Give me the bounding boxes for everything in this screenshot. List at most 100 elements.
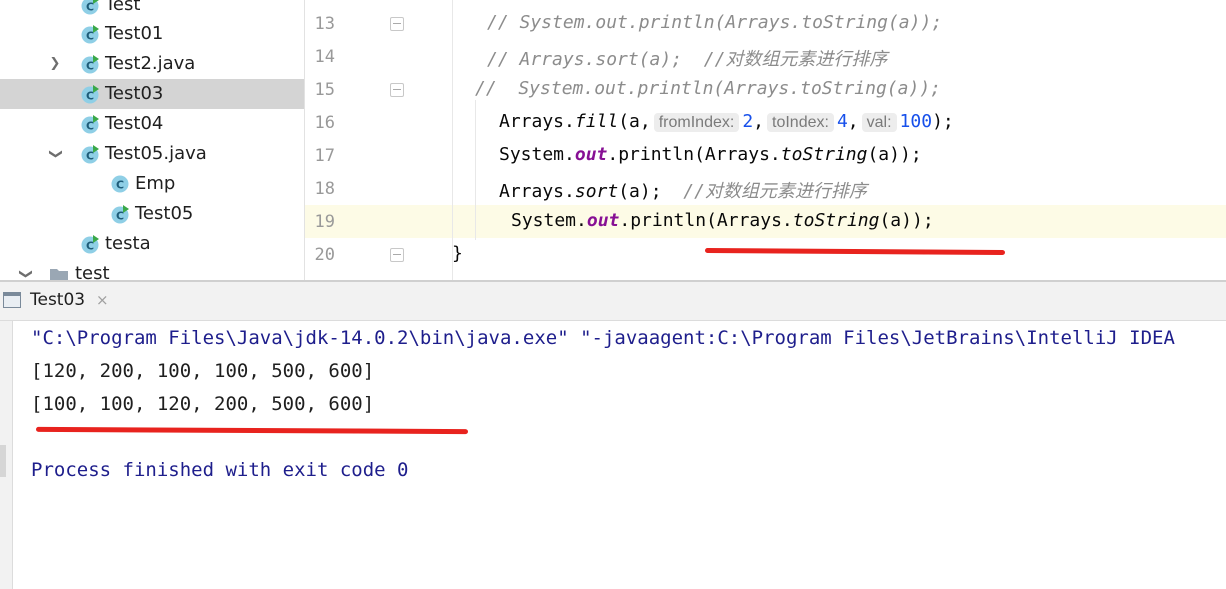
parameter-hint: fromIndex: bbox=[653, 113, 740, 132]
svg-text:C: C bbox=[86, 150, 94, 163]
tree-item-label: Test03 bbox=[105, 83, 164, 104]
folder-icon bbox=[50, 269, 68, 280]
line-number: 19 bbox=[314, 212, 335, 232]
line-number: 18 bbox=[314, 179, 335, 199]
code-token: .println(Arrays. bbox=[607, 144, 781, 165]
tree-item-label: Test05.java bbox=[105, 143, 207, 164]
code-editor[interactable]: 13 14 15 16 17 18 19 20 // System.out.pr… bbox=[305, 0, 1226, 280]
tree-item-label: Test2.java bbox=[105, 53, 196, 74]
tree-item-emp[interactable]: C Emp bbox=[0, 169, 304, 199]
line-number: 13 bbox=[314, 14, 335, 34]
java-class-icon: C bbox=[111, 205, 129, 224]
code-line-16: Arrays.fill(a, fromIndex: 2, toIndex: 4, val:… bbox=[499, 111, 954, 132]
code-line-18: Arrays.sort(a); //对数组元素进行排序 bbox=[499, 177, 867, 203]
tree-item-label: Emp bbox=[135, 173, 176, 194]
line-number-gutter: 13 14 15 16 17 18 19 20 bbox=[305, 0, 404, 280]
line-number: 20 bbox=[314, 245, 335, 265]
code-line-17: System.out.println(Arrays.toString(a)); bbox=[499, 144, 922, 165]
tree-item-label: Test01 bbox=[105, 23, 164, 44]
line-number: 14 bbox=[314, 47, 335, 67]
code-token: 100 bbox=[899, 111, 933, 132]
code-line-15: // System.out.println(Arrays.toString(a)… bbox=[475, 78, 941, 99]
tree-item-label: test bbox=[75, 263, 110, 280]
close-icon[interactable]: × bbox=[96, 291, 109, 309]
indent-guide bbox=[475, 100, 476, 240]
red-underline-annotation bbox=[35, 426, 469, 435]
chevron-right-icon[interactable]: ❯ bbox=[48, 57, 62, 71]
code-token: (a); bbox=[618, 181, 684, 202]
run-console-icon bbox=[3, 292, 21, 308]
tree-item-test05-java[interactable]: ❯ C Test05.java bbox=[0, 139, 304, 169]
code-token: toString bbox=[780, 144, 868, 165]
java-class-icon: C bbox=[81, 235, 99, 254]
code-token: (a, bbox=[618, 111, 651, 132]
run-tab-label: Test03 bbox=[30, 290, 86, 310]
code-line-19: System.out.println(Arrays.toString(a)); bbox=[511, 210, 934, 231]
tree-item-test03[interactable]: C Test03 bbox=[0, 79, 304, 109]
line-number: 15 bbox=[314, 80, 335, 100]
tree-item-label: Test05 bbox=[135, 203, 194, 224]
code-token: ); bbox=[932, 111, 954, 132]
tree-item-test04[interactable]: C Test04 bbox=[0, 109, 304, 139]
code-token: fill bbox=[574, 111, 619, 132]
console-line: Process finished with exit code 0 bbox=[31, 459, 409, 481]
svg-text:C: C bbox=[86, 1, 94, 14]
chevron-down-icon[interactable]: ❯ bbox=[18, 267, 33, 280]
chevron-down-icon[interactable]: ❯ bbox=[48, 147, 63, 161]
svg-text:C: C bbox=[86, 30, 94, 43]
fold-marker-icon[interactable] bbox=[390, 248, 404, 262]
fold-marker-icon[interactable] bbox=[390, 17, 404, 31]
tree-item-label: Test04 bbox=[105, 113, 164, 134]
java-class-icon: C bbox=[81, 55, 99, 74]
code-token: (a)); bbox=[879, 210, 934, 231]
svg-text:C: C bbox=[116, 179, 124, 192]
run-toolbar-button[interactable] bbox=[0, 445, 6, 477]
code-token: out bbox=[586, 210, 620, 231]
console-line: [120, 200, 100, 100, 500, 600] bbox=[31, 360, 375, 382]
tree-item-testa[interactable]: C testa bbox=[0, 229, 304, 259]
code-token: out bbox=[574, 144, 608, 165]
parameter-hint: toIndex: bbox=[767, 113, 834, 132]
parameter-hint: val: bbox=[861, 113, 897, 132]
tree-item-test05[interactable]: C Test05 bbox=[0, 199, 304, 229]
tree-item-label: testa bbox=[105, 233, 151, 254]
svg-text:C: C bbox=[86, 120, 94, 133]
code-token: Arrays. bbox=[499, 111, 575, 132]
java-class-icon: C bbox=[81, 85, 99, 104]
code-token: System. bbox=[511, 210, 587, 231]
run-tool-window-header: Test03 × bbox=[0, 282, 1226, 321]
code-token: .println(Arrays. bbox=[619, 210, 793, 231]
java-class-icon: C bbox=[81, 0, 99, 15]
tree-item-test-folder[interactable]: ❯ test bbox=[0, 259, 304, 280]
tree-item-test-class[interactable]: C Test bbox=[0, 0, 304, 20]
svg-text:C: C bbox=[86, 60, 94, 73]
code-token: toString bbox=[792, 210, 880, 231]
code-comment: //对数组元素进行排序 bbox=[683, 181, 867, 202]
console-line: "C:\Program Files\Java\jdk-14.0.2\bin\ja… bbox=[31, 327, 1175, 349]
indent-guide bbox=[452, 0, 453, 280]
run-tab-test03[interactable]: Test03 × bbox=[0, 282, 120, 320]
code-token: 4 bbox=[836, 111, 848, 132]
line-number: 17 bbox=[314, 146, 335, 166]
svg-text:C: C bbox=[86, 90, 94, 103]
code-token: 2 bbox=[742, 111, 754, 132]
code-token: System. bbox=[499, 144, 575, 165]
java-class-icon: C bbox=[81, 25, 99, 44]
console-line: [100, 100, 120, 200, 500, 600] bbox=[31, 393, 375, 415]
fold-marker-icon[interactable] bbox=[390, 83, 404, 97]
tree-item-test01[interactable]: C Test01 bbox=[0, 19, 304, 49]
project-tree: C Test C Test01 ❯ C Test2.java C Test03 … bbox=[0, 0, 304, 280]
code-token: Arrays. bbox=[499, 181, 575, 202]
svg-text:C: C bbox=[116, 210, 124, 223]
code-line-20: } bbox=[452, 243, 463, 264]
code-token: sort bbox=[574, 181, 619, 202]
class-icon: C bbox=[111, 175, 129, 193]
java-class-icon: C bbox=[81, 115, 99, 134]
java-class-icon: C bbox=[81, 145, 99, 164]
line-number: 16 bbox=[314, 113, 335, 133]
code-token: (a)); bbox=[867, 144, 922, 165]
tree-item-label: Test bbox=[105, 0, 141, 15]
red-underline-annotation bbox=[704, 247, 1006, 256]
code-line-14: // Arrays.sort(a); //对数组元素进行排序 bbox=[487, 49, 888, 70]
tree-item-test2-java[interactable]: ❯ C Test2.java bbox=[0, 49, 304, 79]
